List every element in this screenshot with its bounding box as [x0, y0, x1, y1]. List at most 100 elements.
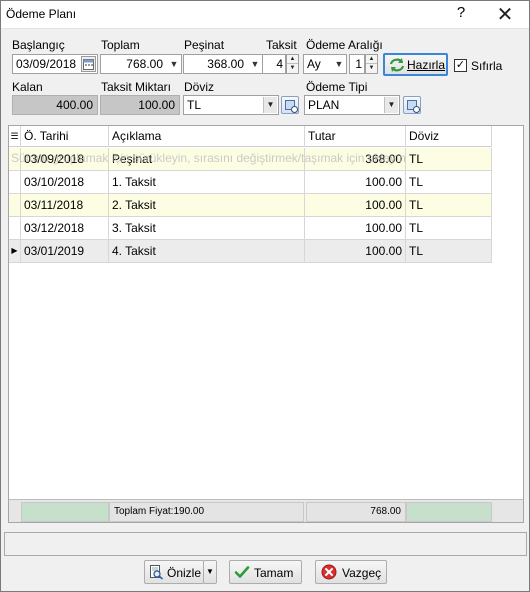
cell-description[interactable]: 2. Taksit	[109, 194, 305, 217]
reset-checkbox[interactable]: ✓	[454, 59, 467, 72]
payment-type-select[interactable]: PLAN ▼	[304, 95, 400, 115]
payment-type-label: Ödeme Tipi	[306, 80, 368, 94]
remaining-label: Kalan	[12, 80, 43, 94]
installment-label: Taksit	[266, 38, 297, 52]
stepper-down-icon[interactable]: ▼	[366, 64, 377, 73]
cancel-button-label: Vazgeç	[342, 566, 382, 580]
preview-icon	[150, 565, 164, 580]
help-button[interactable]: ?	[453, 4, 469, 21]
chevron-down-icon[interactable]: ▼	[263, 97, 277, 113]
currency-label: Döviz	[184, 80, 215, 94]
payment-type-lookup-button[interactable]	[403, 96, 421, 114]
cell-currency[interactable]: TL	[406, 148, 492, 171]
cell-description[interactable]: 3. Taksit	[109, 217, 305, 240]
cell-amount[interactable]: 100.00	[305, 217, 406, 240]
total-value: 768.00	[126, 57, 163, 71]
column-header-currency[interactable]: Döviz	[406, 126, 492, 147]
payment-interval-label: Ödeme Aralığı	[306, 38, 383, 52]
column-header-amount[interactable]: Tutar	[305, 126, 406, 147]
currency-lookup-button[interactable]	[281, 96, 299, 114]
checkmark-icon: ✓	[455, 59, 466, 71]
start-date-value: 03/09/2018	[16, 57, 77, 71]
cell-currency[interactable]: TL	[406, 171, 492, 194]
table-row[interactable]: 03/12/2018 3. Taksit 100.00 TL	[9, 217, 492, 240]
cell-amount[interactable]: 100.00	[305, 240, 406, 263]
total-label: Toplam	[101, 38, 140, 52]
cell-date[interactable]: 03/12/2018	[21, 217, 109, 240]
chevron-down-icon[interactable]: ▼	[384, 97, 398, 113]
row-indicator	[9, 194, 21, 217]
cell-amount[interactable]: 100.00	[305, 194, 406, 217]
cell-date[interactable]: 03/01/2019	[21, 240, 109, 263]
grid-header: ☰ Ö. Tarihi Açıklama Tutar Döviz	[9, 126, 492, 147]
down-payment-label: Peşinat	[184, 38, 225, 52]
interval-value-field[interactable]: 1	[349, 54, 365, 74]
lookup-icon	[407, 100, 420, 113]
table-row[interactable]: 03/10/2018 1. Taksit 100.00 TL	[9, 171, 492, 194]
start-date-label: Başlangıç	[12, 38, 65, 52]
stepper-up-icon[interactable]: ▲	[366, 55, 377, 64]
lookup-icon	[285, 100, 298, 113]
preview-button[interactable]: Önizle	[144, 560, 204, 584]
chevron-down-icon[interactable]: ▼	[332, 55, 346, 73]
down-payment-value: 368.00	[207, 57, 244, 71]
chevron-down-icon[interactable]: ▼	[167, 55, 181, 73]
currency-value: TL	[187, 98, 202, 112]
cell-currency[interactable]: TL	[406, 217, 492, 240]
column-header-description[interactable]: Açıklama	[109, 126, 305, 147]
preview-dropdown-button[interactable]: ▼	[203, 560, 217, 584]
column-chooser-icon[interactable]: ☰	[9, 126, 21, 147]
interval-unit-select[interactable]: Ay ▼	[303, 54, 347, 74]
table-row[interactable]: 03/11/2018 2. Taksit 100.00 TL	[9, 194, 492, 217]
start-date-field[interactable]: 03/09/2018	[12, 54, 98, 74]
total-field[interactable]: 768.00 ▼	[100, 54, 182, 74]
column-header-date[interactable]: Ö. Tarihi	[21, 126, 109, 147]
installment-count-value: 4	[276, 57, 283, 71]
payment-plan-dialog: Ödeme Planı ? ✕ Başlangıç Toplam Peşinat…	[0, 0, 530, 592]
footer-amount-total: 768.00	[306, 502, 406, 522]
stepper-up-icon[interactable]: ▲	[287, 55, 298, 64]
prepare-button-label: Hazırla	[407, 58, 446, 72]
installment-count-field[interactable]: 4	[262, 54, 286, 74]
current-row-arrow-icon: ▶	[9, 240, 21, 263]
refresh-icon	[389, 58, 405, 72]
interval-unit-value: Ay	[307, 57, 321, 71]
installment-stepper[interactable]: ▲ ▼	[286, 54, 299, 74]
title-bar: Ödeme Planı ? ✕	[1, 1, 529, 29]
cell-description[interactable]: 4. Taksit	[109, 240, 305, 263]
ok-button[interactable]: Tamam	[229, 560, 302, 584]
status-bar	[4, 532, 527, 556]
payment-schedule-grid: ☰ Ö. Tarihi Açıklama Tutar Döviz 03/09/2…	[8, 125, 524, 523]
chevron-down-icon: ▼	[206, 567, 214, 576]
cell-date[interactable]: 03/11/2018	[21, 194, 109, 217]
cancel-button[interactable]: Vazgeç	[315, 560, 387, 584]
reset-label: Sıfırla	[471, 59, 503, 73]
footer-total-price: Toplam Fiyat:190.00	[109, 502, 304, 522]
interval-value: 1	[355, 57, 362, 71]
down-payment-field[interactable]: 368.00 ▼	[183, 54, 263, 74]
prepare-button[interactable]: Hazırla	[383, 53, 448, 76]
remaining-field: 400.00	[12, 95, 98, 115]
installment-amount-value: 100.00	[138, 98, 175, 112]
checkmark-icon	[234, 566, 250, 578]
footer-currency-cell	[406, 502, 492, 522]
row-indicator	[9, 217, 21, 240]
stepper-down-icon[interactable]: ▼	[287, 64, 298, 73]
cell-amount[interactable]: 100.00	[305, 171, 406, 194]
chevron-down-icon[interactable]: ▼	[248, 55, 262, 73]
currency-select[interactable]: TL ▼	[183, 95, 279, 115]
cell-date[interactable]: 03/10/2018	[21, 171, 109, 194]
footer-date-cell	[21, 502, 109, 522]
installment-amount-field: 100.00	[100, 95, 180, 115]
cell-currency[interactable]: TL	[406, 240, 492, 263]
remaining-value: 400.00	[56, 98, 93, 112]
ok-button-label: Tamam	[254, 566, 294, 580]
grid-footer: Toplam Fiyat:190.00 768.00	[9, 499, 523, 522]
cell-currency[interactable]: TL	[406, 194, 492, 217]
row-indicator	[9, 171, 21, 194]
interval-stepper[interactable]: ▲ ▼	[365, 54, 378, 74]
table-row[interactable]: ▶ 03/01/2019 4. Taksit 100.00 TL	[9, 240, 492, 263]
calendar-icon[interactable]	[81, 56, 96, 72]
close-button[interactable]: ✕	[493, 2, 517, 27]
cell-description[interactable]: 1. Taksit	[109, 171, 305, 194]
